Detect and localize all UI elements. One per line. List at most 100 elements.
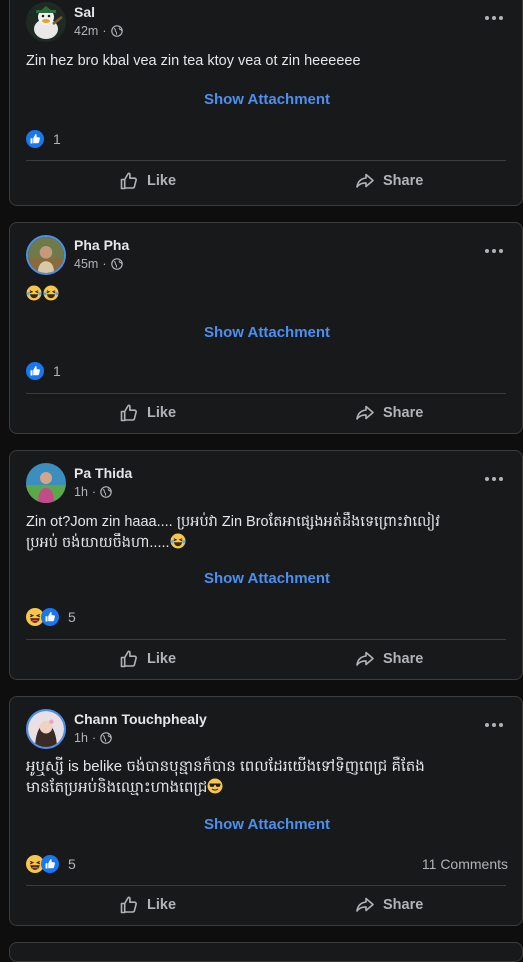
post-time[interactable]: 42m [74, 24, 98, 38]
post-header: Pha Pha 45m · [26, 235, 506, 277]
author-name[interactable]: Pha Pha [74, 237, 129, 253]
author-name[interactable]: Chann Touchphealy [74, 711, 207, 727]
globe-icon [100, 732, 112, 744]
post-actions: Like Share [10, 163, 522, 199]
divider [26, 885, 506, 886]
show-attachment-link[interactable]: Show Attachment [10, 570, 522, 587]
reaction-summary[interactable]: 5 [26, 854, 76, 874]
post-meta: 45m · [74, 257, 123, 271]
laughing-tears-emoji-icon [43, 285, 59, 301]
post-text-line-with-emoji: ប្រអប់ ចង់យាយចឹងហា..... [26, 533, 510, 554]
comments-count-link[interactable]: 11 Comments [422, 856, 508, 872]
dot-icon [485, 249, 489, 253]
like-reaction-icon [41, 855, 59, 873]
reaction-count: 5 [68, 609, 76, 625]
share-icon [355, 171, 375, 191]
post-time[interactable]: 1h [74, 731, 88, 745]
post-text-line: ប្រអប់ ចង់យាយចឹងហា..... [26, 535, 170, 551]
more-options-button[interactable] [482, 243, 506, 259]
post-text: អូឬស្សី is belike ចង់បានបុន្មានក៏បាន ពេល… [26, 756, 510, 798]
share-button[interactable]: Share [355, 163, 423, 199]
show-attachment-link[interactable]: Show Attachment [10, 816, 522, 833]
dot-icon [485, 723, 489, 727]
post-header: Pa Thida 1h · [26, 463, 506, 505]
meta-separator: · [102, 24, 107, 38]
like-label: Like [147, 405, 177, 421]
dot-icon [492, 723, 496, 727]
like-label: Like [147, 173, 177, 189]
avatar[interactable] [26, 2, 66, 42]
meta-separator: · [102, 257, 107, 271]
like-reaction-icon [26, 130, 44, 148]
post-header: Sal 42m · [26, 2, 506, 44]
post-header: Chann Touchphealy 1h · [26, 709, 506, 751]
dot-icon [492, 16, 496, 20]
like-button[interactable]: Like [119, 641, 176, 677]
thumbs-up-icon [119, 649, 139, 669]
duck-avatar-icon [26, 2, 66, 42]
post-meta: 1h · [74, 731, 112, 745]
dot-icon [492, 249, 496, 253]
share-button[interactable]: Share [355, 641, 423, 677]
dot-icon [499, 477, 503, 481]
reaction-count: 1 [53, 131, 61, 147]
avatar[interactable] [26, 709, 66, 749]
globe-icon [100, 486, 112, 498]
like-button[interactable]: Like [119, 395, 176, 431]
divider [26, 639, 506, 640]
post-text: Zin hez bro kbal vea zin tea ktoy vea ot… [26, 53, 361, 69]
thumbs-up-icon [119, 403, 139, 423]
like-label: Like [147, 651, 177, 667]
profile-photo-icon [28, 711, 64, 747]
post-card: Pha Pha 45m · Show Attachment 1 Like Sha… [9, 222, 523, 434]
reaction-summary[interactable]: 1 [26, 129, 61, 149]
profile-photo-icon [26, 463, 66, 503]
post-text-line: មានតែប្រអប់និងឈ្មោះហាងពេជ្រ [26, 779, 208, 796]
post-card: Sal 42m · Zin hez bro kbal vea zin tea k… [9, 0, 523, 206]
share-label: Share [383, 897, 424, 913]
post-time[interactable]: 1h [74, 485, 88, 499]
avatar[interactable] [26, 235, 66, 275]
like-button[interactable]: Like [119, 163, 176, 199]
post-actions: Like Share [10, 641, 522, 677]
more-options-button[interactable] [482, 10, 506, 26]
thumbs-up-icon [119, 171, 139, 191]
like-button[interactable]: Like [119, 887, 176, 923]
post-text [26, 285, 510, 306]
post-text-line: អូឬស្សី is belike ចង់បានបុន្មានក៏បាន ពេល… [26, 758, 425, 775]
show-attachment-link[interactable]: Show Attachment [10, 91, 522, 108]
laughing-tears-emoji-icon [170, 533, 186, 549]
share-button[interactable]: Share [355, 395, 423, 431]
laughing-tears-emoji-icon [26, 285, 42, 301]
like-reaction-icon [41, 608, 59, 626]
avatar[interactable] [26, 463, 66, 503]
reaction-count: 5 [68, 856, 76, 872]
meta-separator: · [91, 731, 97, 745]
reaction-summary[interactable]: 5 [26, 607, 76, 627]
globe-icon [111, 258, 123, 270]
like-reaction-icon [26, 362, 44, 380]
meta-separator: · [91, 485, 97, 499]
show-attachment-link[interactable]: Show Attachment [10, 324, 522, 341]
share-icon [355, 649, 375, 669]
post-meta: 42m · [74, 24, 123, 38]
reaction-summary[interactable]: 1 [26, 361, 61, 381]
post-time[interactable]: 45m [74, 257, 98, 271]
divider [26, 393, 506, 394]
divider [26, 160, 506, 161]
dot-icon [499, 16, 503, 20]
post-text-line-with-emoji: មានតែប្រអប់និងឈ្មោះហាងពេជ្រ [26, 777, 510, 798]
more-options-button[interactable] [482, 471, 506, 487]
more-options-button[interactable] [482, 717, 506, 733]
globe-icon [111, 25, 123, 37]
share-label: Share [383, 173, 424, 189]
author-name[interactable]: Sal [74, 4, 95, 20]
post-meta: 1h · [74, 485, 112, 499]
share-label: Share [383, 651, 424, 667]
like-label: Like [147, 897, 177, 913]
share-button[interactable]: Share [355, 887, 423, 923]
author-name[interactable]: Pa Thida [74, 465, 132, 481]
share-label: Share [383, 405, 424, 421]
share-icon [355, 403, 375, 423]
reaction-count: 1 [53, 363, 61, 379]
